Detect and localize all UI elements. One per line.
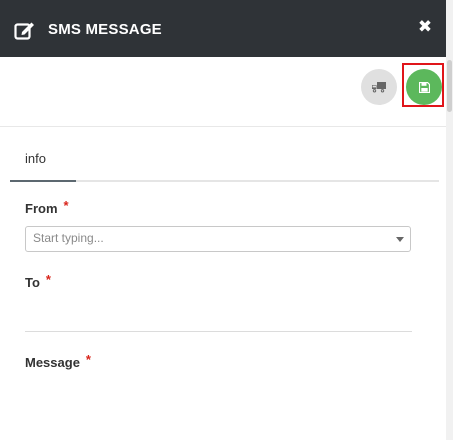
scrollbar-thumb[interactable] [447, 60, 452, 112]
to-label: To * [25, 272, 51, 290]
chevron-down-icon[interactable] [396, 237, 404, 242]
floppy-disk-icon [418, 81, 430, 93]
tab-info[interactable]: info [10, 146, 76, 182]
to-required-mark: * [45, 272, 51, 287]
truck-button[interactable] [361, 69, 397, 105]
close-icon[interactable]: ✖ [416, 16, 434, 38]
from-input[interactable] [33, 231, 373, 245]
from-label: From * [25, 198, 69, 216]
message-label: Message * [25, 352, 91, 370]
to-field[interactable] [25, 296, 412, 330]
truck-icon [372, 82, 386, 93]
dialog-title: SMS MESSAGE [48, 21, 162, 38]
message-required-mark: * [85, 352, 91, 367]
to-label-text: To [25, 275, 40, 290]
tab-info-label: info [25, 151, 46, 166]
from-label-text: From [25, 201, 58, 216]
from-required-mark: * [63, 198, 69, 213]
tab-bar: info [10, 146, 439, 182]
edit-icon [14, 22, 34, 40]
message-field[interactable] [25, 380, 412, 438]
from-select[interactable] [25, 226, 411, 252]
dialog-toolbar [0, 57, 446, 127]
save-button[interactable] [406, 69, 442, 105]
to-field-underline [25, 331, 412, 332]
dialog-header: SMS MESSAGE ✖ [0, 0, 446, 57]
message-label-text: Message [25, 355, 80, 370]
